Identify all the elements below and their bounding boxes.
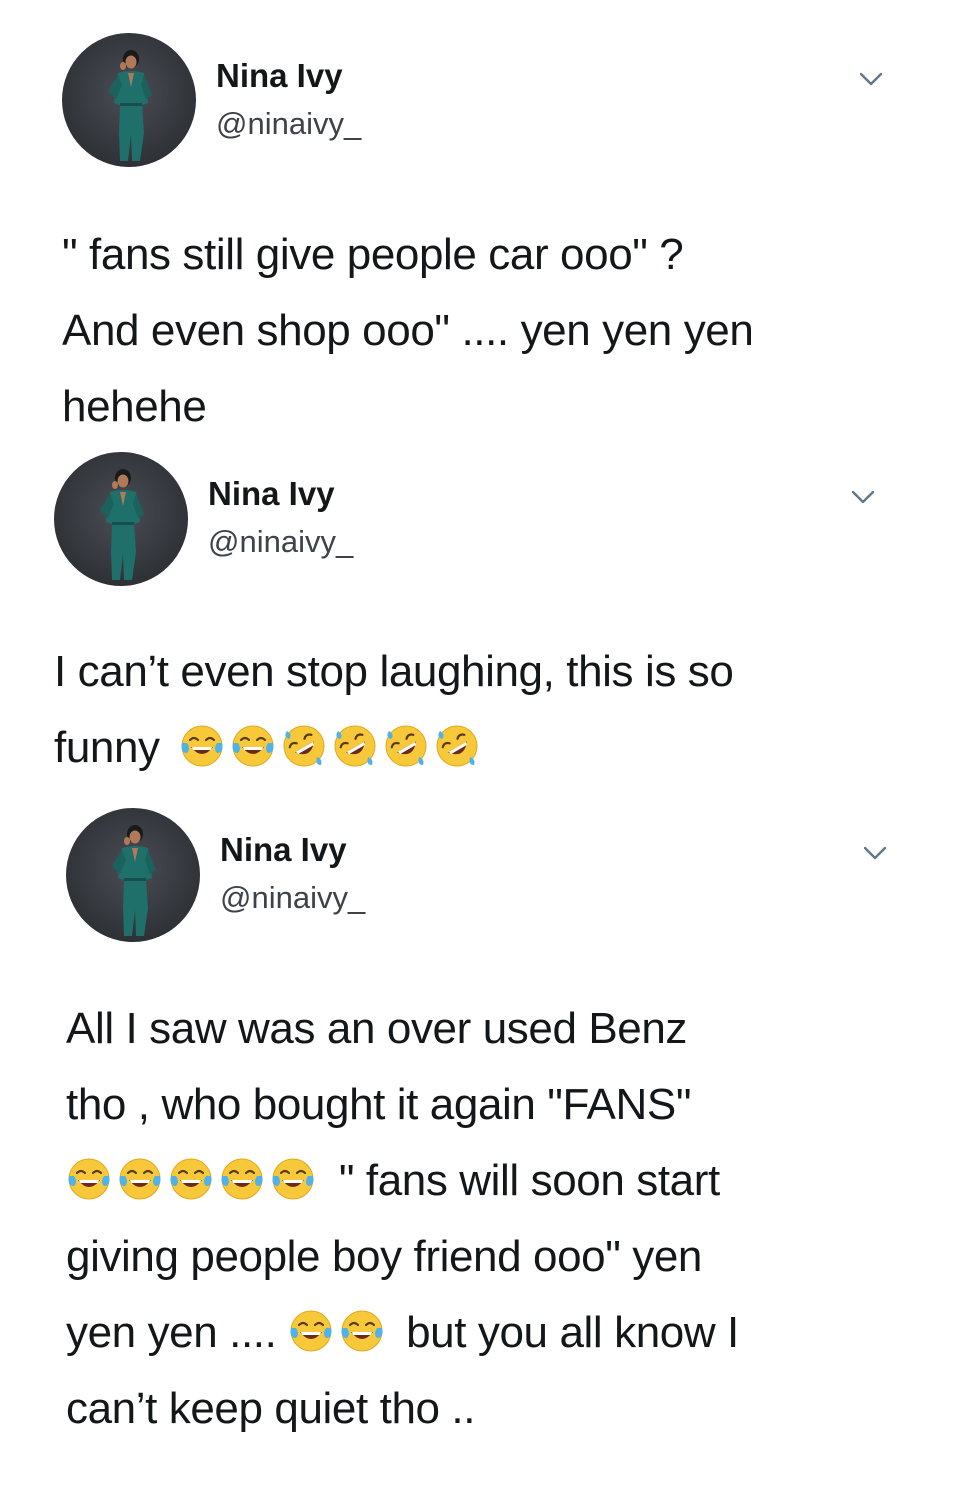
- tweet-text-line: can’t keep quiet tho ..: [66, 1384, 476, 1433]
- rolling-on-the-floor-laughing-icon: [434, 723, 480, 769]
- tweet-text-line: And even shop ooo" .... yen yen yen: [62, 306, 754, 355]
- face-with-tears-of-joy-icon: [117, 1156, 163, 1202]
- tweet-text-line: tho , who bought it again "FANS": [66, 1080, 692, 1129]
- emoji-group: [66, 1156, 333, 1205]
- face-with-tears-of-joy-icon: [66, 1156, 112, 1202]
- face-with-tears-of-joy-icon: [168, 1156, 214, 1202]
- tweet-text-line-with-emoji: " fans will soon start: [66, 1143, 720, 1219]
- avatar-photo: [62, 33, 196, 167]
- chevron-down-icon[interactable]: [862, 844, 888, 862]
- display-name[interactable]: Nina Ivy: [216, 56, 343, 96]
- face-with-tears-of-joy-icon: [270, 1156, 316, 1202]
- avatar-photo: [66, 808, 200, 942]
- user-handle[interactable]: @ninaivy_: [216, 104, 361, 144]
- avatar[interactable]: [62, 33, 196, 167]
- face-with-tears-of-joy-icon: [179, 723, 225, 769]
- tweet-text-line: " fans still give people car ooo" ?: [62, 230, 684, 279]
- user-handle[interactable]: @ninaivy_: [220, 878, 365, 918]
- emoji-group: [179, 723, 485, 772]
- rolling-on-the-floor-laughing-icon: [383, 723, 429, 769]
- chevron-down-icon[interactable]: [858, 70, 884, 88]
- tweet-text-line: hehehe: [62, 382, 207, 431]
- display-name[interactable]: Nina Ivy: [208, 474, 335, 514]
- chevron-down-icon[interactable]: [850, 488, 876, 506]
- tweet-text-segment: funny: [54, 723, 160, 772]
- tweet-text-line-with-emoji: yen yen .... but you all know I: [66, 1295, 739, 1371]
- tweet-text-line: giving people boy friend ooo" yen: [66, 1232, 702, 1281]
- display-name[interactable]: Nina Ivy: [220, 830, 347, 870]
- face-with-tears-of-joy-icon: [339, 1308, 385, 1354]
- user-handle[interactable]: @ninaivy_: [208, 522, 353, 562]
- avatar[interactable]: [54, 452, 188, 586]
- avatar[interactable]: [66, 808, 200, 942]
- emoji-group: [288, 1308, 402, 1357]
- face-with-tears-of-joy-icon: [219, 1156, 265, 1202]
- rolling-on-the-floor-laughing-icon: [332, 723, 378, 769]
- tweet-text-segment: " fans will soon start: [338, 1156, 720, 1205]
- avatar-photo: [54, 452, 188, 586]
- rolling-on-the-floor-laughing-icon: [281, 723, 327, 769]
- face-with-tears-of-joy-icon: [288, 1308, 334, 1354]
- tweet-text-line: All I saw was an over used Benz: [66, 1004, 688, 1053]
- tweet-text-segment: but you all know I: [406, 1308, 739, 1357]
- face-with-tears-of-joy-icon: [230, 723, 276, 769]
- tweet-text-segment: yen yen ....: [66, 1308, 277, 1357]
- tweet-text-line-with-emoji: funny: [54, 710, 485, 786]
- tweet-text-line: I can’t even stop laughing, this is so: [54, 647, 734, 696]
